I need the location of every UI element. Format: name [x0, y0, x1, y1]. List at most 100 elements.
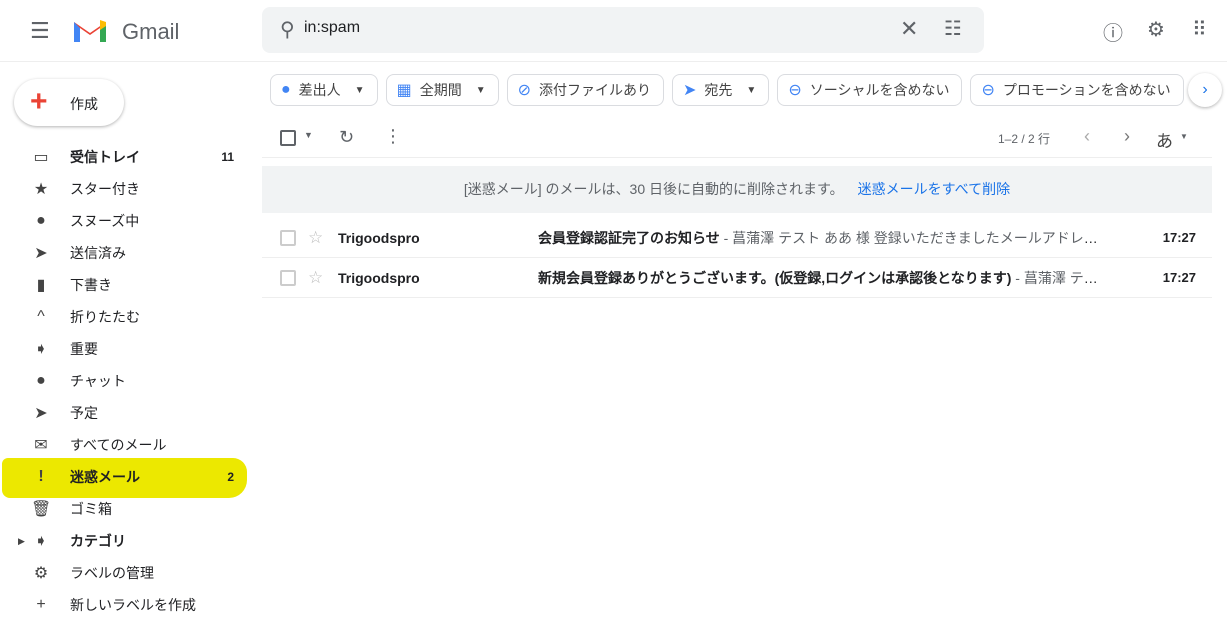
row-checkbox[interactable]: [280, 269, 296, 286]
sidebar-item[interactable]: ● スヌーズ中: [0, 205, 250, 237]
sidebar-item-label: 下書き: [70, 277, 112, 293]
filter-label: 宛先: [704, 82, 733, 98]
clock-icon: ●: [36, 212, 46, 229]
sidebar-item[interactable]: ➤ 送信済み: [0, 237, 250, 269]
send-icon: ➤: [34, 245, 48, 262]
sender: Trigoodspro: [338, 229, 420, 246]
filter-chip[interactable]: ⊖ ソーシャルを含めない: [777, 74, 963, 106]
next-page-icon[interactable]: ›: [1124, 126, 1130, 147]
pagination: 1–2 / 2 行: [998, 132, 1051, 146]
snippet: - 菖蒲澤 テスト ああ 様 登録いただきましたメールアドレスの認証が完了しまし…: [723, 229, 1098, 246]
sidebar-item[interactable]: ▮ 下書き: [0, 269, 250, 301]
caret-down-icon[interactable]: ▼: [1180, 132, 1188, 141]
send-icon: ➤: [683, 82, 697, 99]
plus-icon: +: [30, 85, 48, 118]
attachment-icon: ⊘: [517, 82, 532, 99]
sender: Trigoodspro: [338, 269, 420, 286]
sidebar-item-label: チャット: [70, 373, 126, 389]
label-icon: ➧: [34, 533, 48, 550]
person-icon: ●: [281, 81, 291, 98]
menu-icon[interactable]: ☰: [30, 18, 50, 44]
email-row[interactable]: ☆ Trigoodspro 会員登録認証完了のお知らせ - 菖蒲澤 テスト ああ…: [262, 218, 1212, 258]
sidebar-item[interactable]: ● チャット: [0, 365, 250, 397]
caret-down-icon[interactable]: ▼: [304, 130, 313, 140]
settings-icon[interactable]: ⚙: [1147, 17, 1165, 42]
subject: 会員登録認証完了のお知らせ: [538, 229, 720, 246]
star-icon[interactable]: ☆: [308, 268, 323, 288]
row-checkbox[interactable]: [280, 229, 296, 246]
spam-banner: [迷惑メール] のメールは、30 日後に自動的に削除されます。 迷惑メールをすべて…: [262, 166, 1212, 213]
filter-chip[interactable]: ▦ 全期間 ▼: [385, 74, 499, 106]
sidebar-item[interactable]: ➤ 予定: [0, 397, 250, 429]
sidebar-item[interactable]: ^ 折りたたむ: [0, 301, 250, 333]
select-all-checkbox[interactable]: [280, 130, 296, 146]
search-bar: ⚲ ✕ ☷: [262, 7, 984, 53]
sidebar-item[interactable]: ▶ ➧ カテゴリ: [0, 525, 250, 557]
more-icon[interactable]: ⋮: [384, 126, 402, 147]
trash-icon: 🗑: [31, 501, 52, 518]
input-tool-button[interactable]: あ: [1156, 127, 1173, 152]
filter-chip[interactable]: ⊘ 添付ファイルあり: [506, 74, 665, 106]
sidebar-item-label: 新しいラベルを作成: [70, 597, 196, 613]
sidebar-item-label: 送信済み: [70, 245, 126, 261]
sidebar-item-label: ゴミ箱: [70, 501, 112, 517]
filter-chip[interactable]: ● 差出人 ▼: [270, 74, 378, 106]
tune-icon[interactable]: ☷: [944, 16, 962, 41]
app-name: Gmail: [122, 19, 180, 44]
sidebar-item-label: 受信トレイ: [70, 149, 140, 165]
filter-chip[interactable]: ➤ 宛先 ▼: [672, 74, 770, 106]
toolbar: ▼ ↻ ⋮ 1–2 / 2 行 ‹ › あ ▼: [262, 118, 1212, 158]
compose-button[interactable]: + 作成: [14, 79, 124, 126]
email-row[interactable]: ☆ Trigoodspro 新規会員登録ありがとうございます。(仮登録,ログイン…: [262, 258, 1212, 298]
inbox-icon: ▭: [33, 149, 49, 166]
sidebar-item[interactable]: ▭ 受信トレイ 11: [0, 141, 250, 173]
minus-circle-icon: ⊖: [788, 82, 802, 99]
delete-all-spam-link[interactable]: 迷惑メールをすべて削除: [858, 181, 1010, 197]
sidebar-item-label: スター付き: [70, 181, 140, 197]
apps-icon[interactable]: ⠿: [1192, 17, 1207, 42]
filter-label: 差出人: [298, 82, 341, 98]
sidebar-item[interactable]: ★ スター付き: [0, 173, 250, 205]
star-icon[interactable]: ☆: [308, 228, 323, 248]
sidebar-item-label: ラベルの管理: [70, 565, 154, 581]
spam-icon: !: [38, 468, 44, 485]
caret-down-icon: ▼: [475, 84, 486, 96]
sidebar-item[interactable]: ⚙ ラベルの管理: [0, 557, 250, 589]
time: 17:27: [1162, 270, 1196, 285]
sidebar-item[interactable]: ✉ すべてのメール: [0, 429, 250, 461]
snippet: - 菖蒲澤 テスト: [1015, 269, 1098, 286]
refresh-icon[interactable]: ↻: [339, 127, 354, 148]
filter-chip[interactable]: ⊖ プロモーションを含めない: [970, 74, 1184, 106]
chevron-up-icon: ^: [37, 308, 45, 325]
filter-label: ソーシャルを含めない: [809, 82, 950, 98]
unread-count: 11: [221, 150, 234, 164]
filter-label: プロモーションを含めない: [1002, 82, 1171, 98]
time: 17:27: [1162, 230, 1196, 245]
sidebar-item[interactable]: + 新しいラベルを作成: [0, 589, 250, 621]
minus-circle-icon: ⊖: [981, 82, 995, 99]
subject: 新規会員登録ありがとうございます。(仮登録,ログインは承認後となります): [538, 269, 1012, 286]
star-icon: ★: [33, 181, 49, 198]
prev-page-icon[interactable]: ‹: [1084, 126, 1090, 147]
search-input[interactable]: [304, 19, 864, 37]
banner-text: [迷惑メール] のメールは、30 日後に自動的に削除されます。: [463, 181, 844, 197]
compose-label: 作成: [70, 96, 98, 112]
chat-icon: ●: [36, 372, 46, 389]
sidebar-item-label: 迷惑メール: [70, 469, 140, 485]
search-icon[interactable]: ⚲: [280, 17, 295, 42]
chevron-right-icon[interactable]: ›: [1188, 73, 1222, 107]
help-icon[interactable]: ⓘ: [1103, 17, 1123, 46]
caret-down-icon: ▼: [746, 84, 757, 96]
caret-right-icon[interactable]: ▶: [18, 536, 25, 547]
clear-icon[interactable]: ✕: [900, 16, 918, 42]
sidebar-item-label: 折りたたむ: [70, 309, 140, 325]
calendar-icon: ▦: [396, 82, 412, 99]
caret-down-icon: ▼: [354, 84, 365, 96]
filter-label: 添付ファイルあり: [539, 82, 652, 98]
draft-icon: ▮: [36, 277, 46, 294]
sidebar-item[interactable]: 🗑 ゴミ箱: [0, 493, 250, 525]
sidebar-item[interactable]: ! 迷惑メール 2: [0, 458, 250, 498]
sidebar-item[interactable]: ➧ 重要: [0, 333, 250, 365]
filter-label: 全期間: [419, 82, 462, 98]
sidebar-item-label: すべてのメール: [70, 437, 167, 453]
